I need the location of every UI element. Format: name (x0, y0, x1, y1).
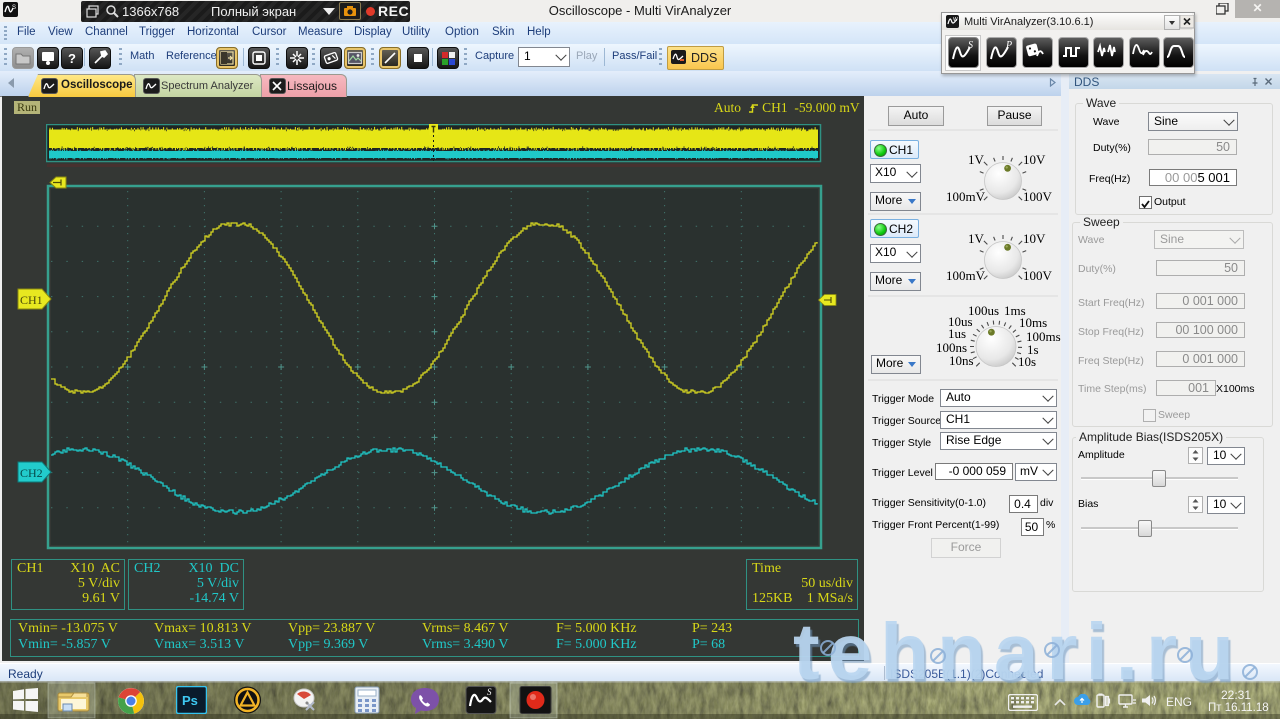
svg-text:S: S (487, 687, 492, 697)
svg-text:S: S (968, 40, 973, 51)
svg-text:Ps: Ps (182, 693, 198, 708)
svg-text:P: P (1005, 40, 1012, 51)
svg-text:W: W (953, 17, 958, 23)
svg-text:CH2: CH2 (20, 466, 43, 480)
svg-text:CH1: CH1 (20, 293, 43, 307)
